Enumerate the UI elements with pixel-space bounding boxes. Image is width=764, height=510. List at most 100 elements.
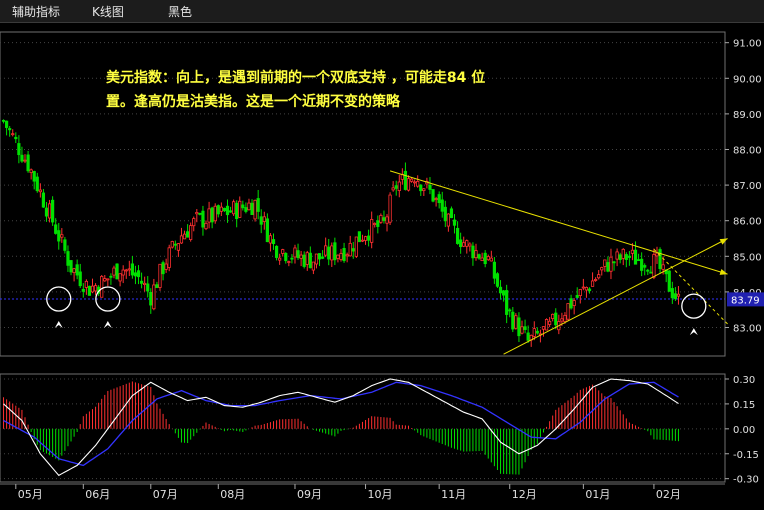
- candle-body: [198, 212, 202, 215]
- candle-body: [182, 233, 187, 240]
- tab-black-theme[interactable]: 黑色: [168, 3, 192, 20]
- candle-body: [250, 202, 254, 215]
- candle-body: [11, 133, 15, 136]
- current-price-tag: 83.79: [727, 292, 764, 307]
- candle-body: [492, 261, 496, 279]
- candle-body: [336, 254, 340, 259]
- tab-indicators[interactable]: 辅助指标: [12, 3, 60, 20]
- candle-body: [44, 207, 49, 217]
- candle-body: [320, 256, 325, 259]
- candle-body: [646, 269, 650, 272]
- candle-body: [535, 330, 539, 334]
- candle-body: [287, 261, 291, 263]
- candle-body: [367, 235, 371, 241]
- time-tick-label: 10月: [368, 488, 393, 501]
- candle-body: [314, 253, 319, 265]
- candle-body: [84, 280, 88, 288]
- candle-body: [658, 249, 662, 269]
- candle-body: [624, 254, 628, 260]
- candle-body: [578, 289, 582, 297]
- candle-body: [308, 252, 312, 269]
- candle-body: [465, 240, 469, 247]
- candle-body: [532, 328, 536, 337]
- candle-body: [354, 236, 358, 257]
- candle-body: [201, 210, 205, 228]
- candle-body: [271, 239, 276, 244]
- candle-body: [305, 252, 309, 265]
- candle-body: [136, 270, 141, 278]
- price-tick-label: 89.00: [733, 110, 762, 121]
- candle-body: [259, 216, 263, 225]
- candle-body: [649, 271, 653, 274]
- candle-body: [508, 309, 512, 312]
- candle-body: [551, 313, 555, 319]
- candle-body: [667, 270, 671, 292]
- candle-body: [293, 247, 297, 258]
- time-tick-label: 09月: [297, 488, 322, 501]
- candle-body: [170, 241, 174, 248]
- candle-body: [20, 154, 24, 162]
- candle-body: [670, 288, 674, 299]
- candle-body: [655, 252, 659, 257]
- candle-body: [563, 314, 567, 322]
- candle-body: [590, 280, 595, 287]
- candle-body: [158, 263, 162, 288]
- candle-body: [373, 223, 377, 225]
- annotation-line-2: 置。逢高仍是沽美指。这是一个近期不变的策略: [106, 94, 400, 110]
- candle-body: [235, 202, 239, 219]
- candle-body: [195, 212, 199, 215]
- candle-body: [348, 242, 352, 257]
- candle-body: [109, 275, 113, 278]
- strategy-annotation: 美元指数：向上，是遇到前期的一个双底支持 ，可能走84 位 置。逢高仍是沽美指。…: [106, 66, 586, 114]
- candle-body: [419, 184, 423, 192]
- candle-body: [477, 254, 481, 259]
- candle-body: [446, 213, 450, 227]
- candle-body: [299, 254, 303, 259]
- candle-body: [462, 242, 466, 247]
- candle-body: [143, 282, 147, 285]
- time-tick-label: 08月: [220, 488, 245, 501]
- indicator-tick-label: -0.15: [733, 450, 759, 461]
- time-tick-label: 06月: [85, 488, 110, 501]
- candle-body: [517, 317, 521, 337]
- candle-body: [360, 239, 365, 242]
- candle-body: [394, 185, 398, 189]
- candle-body: [69, 260, 73, 273]
- candle-body: [351, 248, 355, 252]
- candle-body: [413, 181, 417, 184]
- candle-body: [207, 208, 211, 223]
- candle-body: [290, 257, 294, 260]
- candle-body: [370, 219, 374, 243]
- candle-body: [204, 222, 208, 230]
- tab-kline[interactable]: K线图: [92, 3, 124, 20]
- candle-body: [376, 220, 380, 227]
- candle-body: [228, 210, 233, 213]
- candle-body: [75, 264, 79, 276]
- candle-body: [47, 203, 52, 219]
- indicator-tick-label: 0.00: [733, 425, 755, 436]
- time-tick-label: 01月: [585, 488, 610, 501]
- candle-body: [468, 243, 472, 247]
- candle-body: [238, 200, 242, 218]
- candle-body: [520, 326, 524, 334]
- candle-body: [186, 231, 190, 238]
- price-tick-label: 87.00: [733, 181, 762, 192]
- candle-body: [333, 242, 337, 261]
- candle-body: [87, 285, 92, 296]
- candle-body: [29, 169, 33, 173]
- candle-body: [391, 187, 395, 191]
- candle-body: [72, 268, 76, 274]
- time-tick-label: 07月: [153, 488, 178, 501]
- candle-body: [23, 159, 27, 162]
- candle-body: [643, 265, 647, 268]
- candle-body: [449, 208, 454, 219]
- candle-body: [253, 199, 257, 220]
- candle-body: [284, 253, 288, 262]
- candle-body: [5, 120, 9, 128]
- candle-body: [606, 262, 610, 272]
- candle-body: [124, 269, 128, 272]
- candle-body: [216, 205, 220, 215]
- candle-body: [597, 274, 601, 279]
- time-tick-label: 05月: [18, 488, 43, 501]
- candle-body: [149, 291, 153, 306]
